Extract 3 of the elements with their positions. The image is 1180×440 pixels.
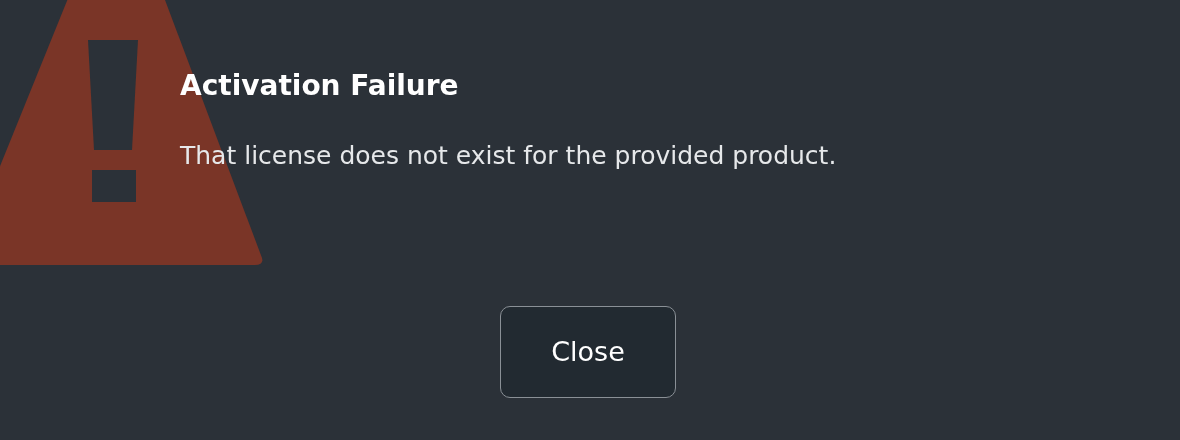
close-button[interactable]: Close [500, 305, 676, 398]
dialog-message: That license does not exist for the provided product. [180, 140, 838, 173]
dialog-title: Activation Failure [180, 68, 460, 104]
